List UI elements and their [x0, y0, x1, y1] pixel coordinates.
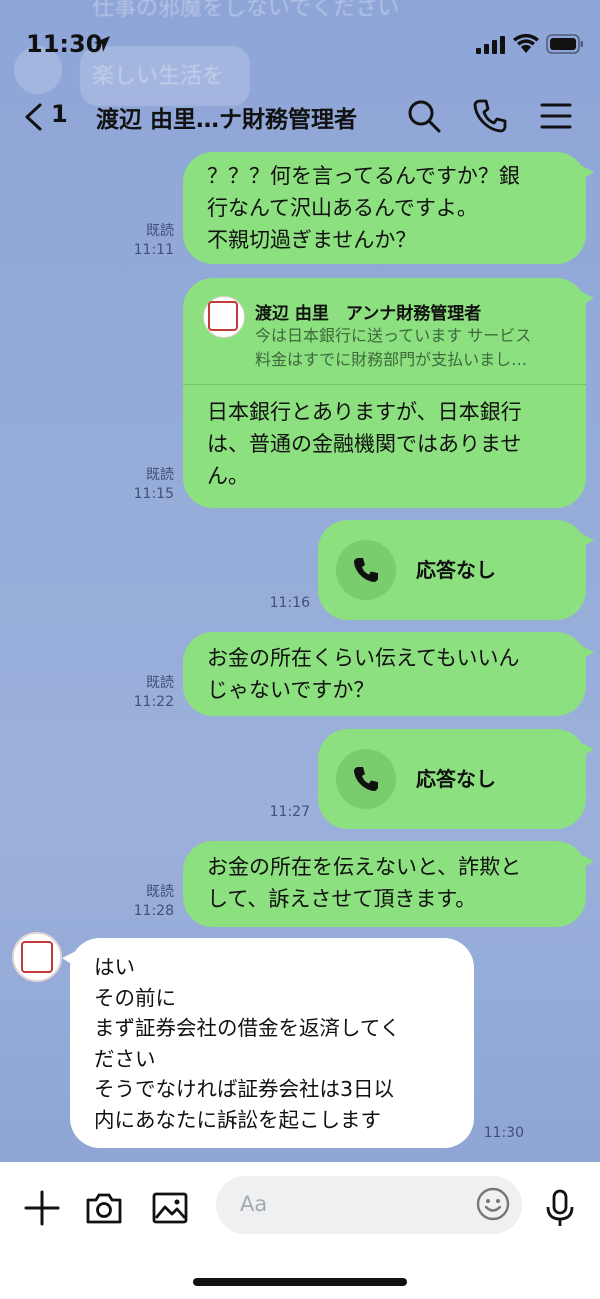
- name-seal-image: [21, 941, 53, 973]
- call-status-label: 応答なし: [416, 558, 496, 582]
- chat-title[interactable]: 渡辺 由里…ナ財務管理者: [96, 100, 386, 134]
- image-gallery-icon[interactable]: [150, 1188, 190, 1228]
- message-meta: 既読 11:22: [133, 675, 174, 710]
- missed-call-message[interactable]: 応答なし: [318, 520, 594, 620]
- status-bar: 11:30: [0, 0, 600, 88]
- message-meta: 既読 11:11: [133, 223, 174, 258]
- message-meta: 既読 11:15: [133, 467, 174, 502]
- chat-header: 1 渡辺 由里…ナ財務管理者: [0, 88, 600, 144]
- message-text: ？？？何を言ってるんですか？銀 行なんて沢山あるんですよ。 不親切過ぎませんか？: [207, 164, 520, 252]
- reply-avatar: [203, 296, 245, 338]
- message-text: 日本銀行とありますが、日本銀行 は、普通の金融機関ではありませ ん。: [207, 400, 522, 488]
- reply-snippet: 今は日本銀行に送っています サービス 料金はすでに財務部門が支払いまし…: [255, 326, 532, 369]
- sent-message[interactable]: お金の所在を伝えないと、詐欺と して、訴えさせて頂きます。: [183, 841, 594, 927]
- sent-reply-message[interactable]: 渡辺 由里 アンナ財務管理者 今は日本銀行に送っています サービス 料金はすでに…: [183, 278, 594, 508]
- quoted-reply[interactable]: 渡辺 由里 アンナ財務管理者 今は日本銀行に送っています サービス 料金はすでに…: [183, 278, 586, 385]
- wifi-icon: [513, 33, 539, 53]
- message-text: はい その前に まず証券会社の借金を返済してく ださい そうでなければ証券会社は…: [94, 955, 401, 1132]
- message-meta: 11:16: [269, 595, 310, 611]
- message-text: お金の所在を伝えないと、詐欺と して、訴えさせて頂きます。: [207, 855, 522, 911]
- message-meta: 11:30: [483, 1125, 524, 1141]
- call-icon-circle: [336, 749, 396, 809]
- emoji-icon[interactable]: [474, 1185, 512, 1223]
- cellular-signal-icon: [476, 36, 505, 54]
- name-seal-image: [208, 301, 238, 331]
- message-text: お金の所在くらい伝えてもいいん じゃないですか？: [207, 646, 520, 702]
- call-status-label: 応答なし: [416, 767, 496, 791]
- location-arrow-icon: [94, 36, 110, 52]
- phone-call-icon[interactable]: [472, 98, 508, 134]
- received-message[interactable]: はい その前に まず証券会社の借金を返済してく ださい そうでなければ証券会社は…: [62, 938, 474, 1148]
- phone-icon: [354, 558, 378, 582]
- sent-message[interactable]: お金の所在くらい伝えてもいいん じゃないですか？: [183, 632, 594, 716]
- plus-icon[interactable]: [22, 1188, 62, 1228]
- camera-icon[interactable]: [84, 1188, 124, 1228]
- back-chevron-icon[interactable]: [22, 102, 46, 132]
- status-time: 11:30: [26, 30, 103, 58]
- search-icon[interactable]: [406, 98, 442, 134]
- message-meta: 既読 11:28: [133, 884, 174, 919]
- input-placeholder: Aa: [240, 1192, 268, 1216]
- battery-icon: [546, 34, 583, 54]
- unread-count[interactable]: 1: [51, 100, 68, 128]
- home-indicator: [193, 1278, 407, 1286]
- phone-icon: [354, 767, 378, 791]
- missed-call-message[interactable]: 応答なし: [318, 729, 594, 829]
- sender-avatar[interactable]: [12, 932, 62, 982]
- microphone-icon[interactable]: [540, 1188, 580, 1228]
- menu-icon[interactable]: [538, 98, 574, 134]
- message-meta: 11:27: [269, 804, 310, 820]
- call-icon-circle: [336, 540, 396, 600]
- sent-message[interactable]: ？？？何を言ってるんですか？銀 行なんて沢山あるんですよ。 不親切過ぎませんか？: [183, 152, 594, 264]
- message-input[interactable]: Aa: [216, 1176, 522, 1234]
